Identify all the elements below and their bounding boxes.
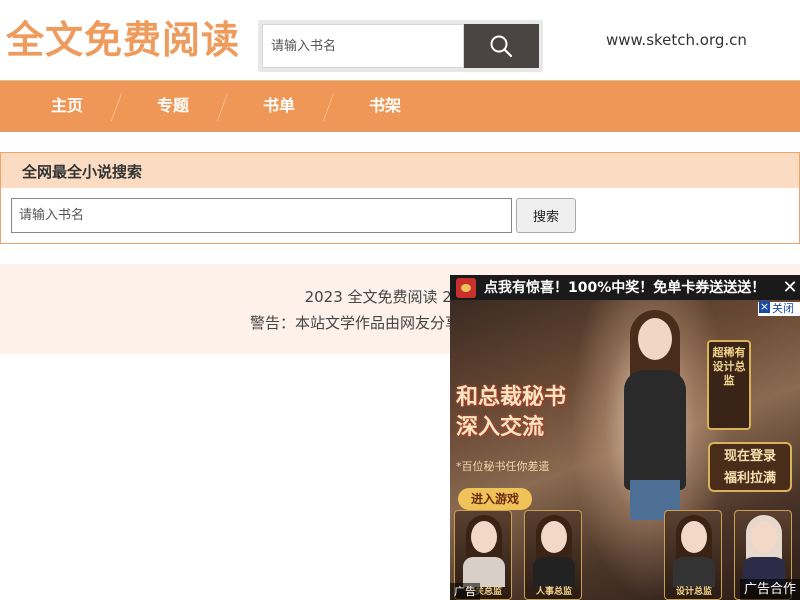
search-panel-header: 全网最全小说搜索 (1, 153, 799, 188)
site-url: www.sketch.org.cn (606, 31, 747, 49)
ad-close-icon[interactable]: ✕ (780, 275, 800, 300)
nav-separator (216, 93, 229, 121)
ad-bar-text[interactable]: 点我有惊喜！100%中奖！免单卡券送送送！ (484, 277, 765, 297)
ad-login-badge-line1: 现在登录 (723, 449, 776, 464)
header-search-input[interactable] (262, 24, 464, 68)
ad-headline-line2: 深入交流 (456, 415, 545, 440)
nav-separator (322, 93, 335, 121)
ad-headline: 和总裁秘书 深入交流 (456, 383, 566, 443)
red-envelope-icon (456, 278, 476, 298)
main-nav: 主页 专题 书单 书架 (0, 80, 800, 132)
nav-item-topics[interactable]: 专题 (157, 81, 189, 131)
site-logo[interactable]: 全文免费阅读 (6, 14, 240, 66)
search-icon (490, 35, 513, 58)
ad-login-badge: 现在登录 福利拉满 (708, 442, 792, 492)
header-search-button[interactable] (464, 24, 539, 68)
ad-cooperation-link[interactable]: 广告合作 (739, 579, 800, 600)
ad-enter-game-button[interactable]: 进入游戏 (458, 488, 532, 510)
ad-character-card: 人事总监 (524, 510, 582, 600)
ad-rare-badge: 超稀有 设计总监 (707, 340, 751, 430)
ad-card-label: 设计总监 (675, 587, 712, 597)
ad-banner[interactable]: 和总裁秘书 深入交流 *百位秘书任你差遣 进入游戏 超稀有 设计总监 现在登录 … (450, 300, 800, 600)
ad-top-bar[interactable]: 点我有惊喜！100%中奖！免单卡券送送送！ ✕ (450, 275, 800, 300)
ad-close-button[interactable]: 关闭 (758, 301, 800, 316)
ad-character-card: 设计总监 (664, 510, 722, 600)
nav-item-home[interactable]: 主页 (51, 81, 83, 131)
search-panel-title: 全网最全小说搜索 (22, 163, 143, 181)
ad-label: 广告 (450, 583, 480, 600)
search-panel-button[interactable]: 搜索 (516, 198, 576, 233)
nav-separator (110, 93, 123, 121)
search-panel: 全网最全小说搜索 搜索 (0, 152, 800, 244)
header: 全文免费阅读 www.sketch.org.cn (0, 0, 800, 80)
page: 全文免费阅读 www.sketch.org.cn 主页 专题 书单 书架 全网最… (0, 0, 800, 600)
ad-card-label: 人事总监 (535, 587, 572, 597)
search-panel-input[interactable] (11, 198, 512, 233)
header-search (258, 20, 543, 72)
ad-subtitle: *百位秘书任你差遣 (456, 460, 550, 473)
ad-headline-line1: 和总裁秘书 (456, 385, 567, 410)
nav-item-bookshelf[interactable]: 书架 (369, 81, 401, 131)
ad-login-badge-line2: 福利拉满 (723, 471, 776, 486)
nav-item-booklist[interactable]: 书单 (263, 81, 295, 131)
ad-main-figure (610, 310, 700, 520)
ad-overlay[interactable]: 点我有惊喜！100%中奖！免单卡券送送送！ ✕ 和总裁秘书 深入交流 *百位秘书… (450, 275, 800, 600)
